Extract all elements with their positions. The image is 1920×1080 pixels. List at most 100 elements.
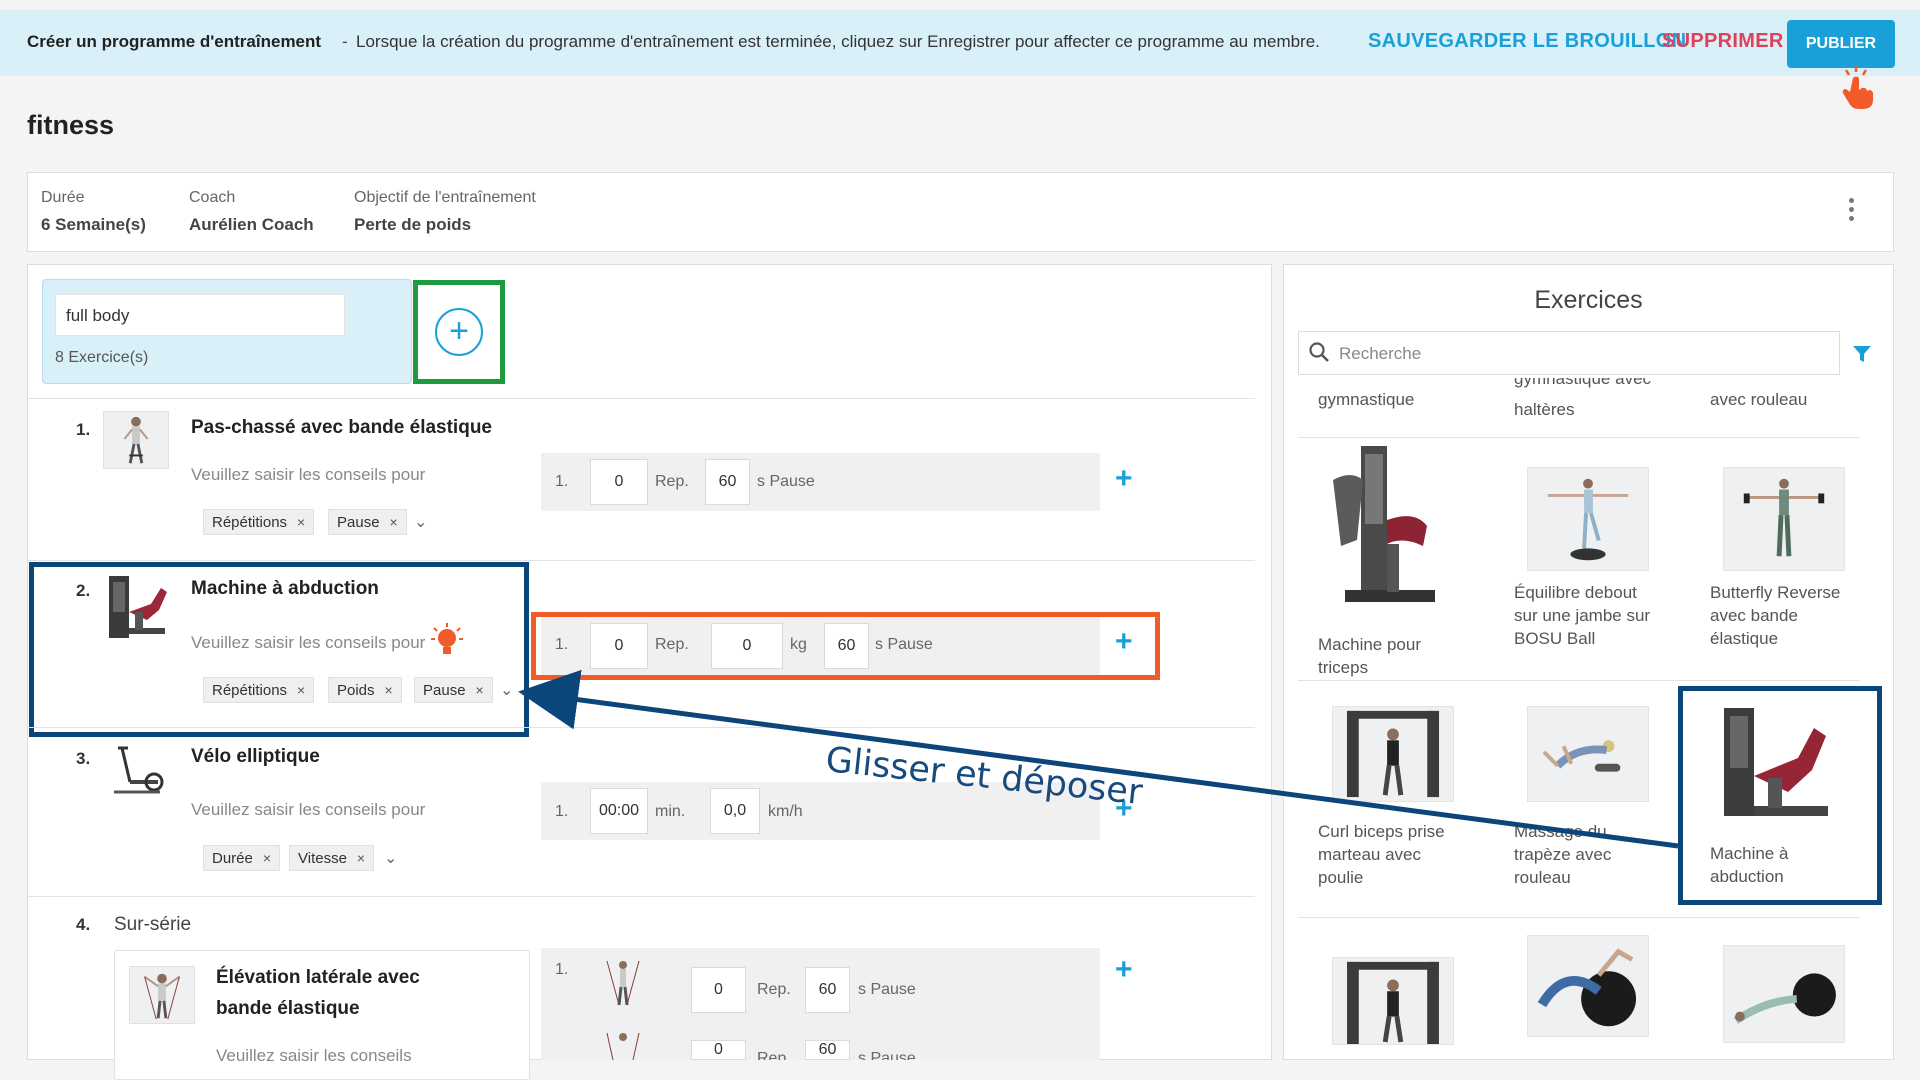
exercise-label[interactable]: abduction <box>1710 865 1784 888</box>
divider <box>27 560 1255 561</box>
exercise-thumbnail[interactable] <box>1527 467 1649 571</box>
coach-value: Aurélien Coach <box>189 215 314 234</box>
set-index: 1. <box>555 636 569 653</box>
divider <box>1298 680 1860 681</box>
pause-unit: s Pause <box>757 473 815 490</box>
exercise-thumbnail <box>114 746 164 794</box>
remove-icon[interactable]: × <box>357 850 365 866</box>
banner-title: Créer un programme d'entraînement <box>27 32 322 51</box>
exercise-hint[interactable]: Veuillez saisir les conseils <box>216 1046 412 1066</box>
chip-label: Pause <box>423 681 466 699</box>
add-session-button[interactable]: + <box>413 280 505 384</box>
exercise-label[interactable]: poulie <box>1318 866 1363 889</box>
exercise-label[interactable]: gymnastique <box>1318 388 1414 411</box>
exercise-thumbnail[interactable] <box>1332 957 1454 1045</box>
exercise-thumbnail <box>109 576 167 638</box>
exercise-label[interactable]: sur une jambe sur <box>1514 604 1650 627</box>
chip-repetitions[interactable]: Répétitions × <box>203 509 315 535</box>
publish-button[interactable]: PUBLIER <box>1787 20 1895 68</box>
banner-info: Lorsque la création du programme d'entra… <box>356 32 1320 51</box>
pause-input[interactable]: 60 <box>824 623 869 669</box>
chip-speed[interactable]: Vitesse × <box>289 845 375 871</box>
weight-input[interactable]: 0 <box>711 623 783 669</box>
chip-weight[interactable]: Poids × <box>328 677 402 703</box>
speed-input[interactable]: 0,0 <box>710 788 760 834</box>
filter-icon[interactable] <box>1851 343 1873 365</box>
chip-duration[interactable]: Durée × <box>203 845 281 871</box>
exercise-label[interactable]: rouleau <box>1514 866 1571 889</box>
remove-icon[interactable]: × <box>476 682 484 698</box>
page-title: fitness <box>27 110 115 140</box>
exercise-label[interactable]: Curl biceps prise <box>1318 820 1445 843</box>
add-set-plus-icon[interactable]: + <box>1115 462 1133 496</box>
reps-input[interactable]: 0 <box>590 459 648 505</box>
exercise-label[interactable]: avec bande <box>1710 604 1798 627</box>
pause-unit: s Pause <box>858 981 916 998</box>
exercise-label-text: gymnastique avec <box>1514 378 1652 388</box>
chip-label: Poids <box>337 681 375 699</box>
more-options-icon[interactable] <box>1849 198 1855 224</box>
chevron-down-icon[interactable]: ⌄ <box>414 512 427 532</box>
duration-input[interactable]: 00:00 <box>590 788 648 834</box>
chip-label: Pause <box>337 513 380 531</box>
exercise-thumbnail[interactable] <box>1716 702 1848 832</box>
exercise-label[interactable]: Massage du <box>1514 820 1607 843</box>
reps-input[interactable]: 0 <box>590 623 648 669</box>
chevron-down-icon[interactable]: ⌄ <box>384 848 397 868</box>
exercise-number: 4. <box>76 915 91 934</box>
exercise-label[interactable]: Machine à <box>1710 842 1788 865</box>
remove-icon[interactable]: × <box>385 682 393 698</box>
delete-button[interactable]: SUPPRIMER <box>1662 30 1784 53</box>
add-set-plus-icon[interactable]: + <box>1115 625 1133 659</box>
set-index: 1. <box>555 803 569 820</box>
reps-input[interactable]: 0 <box>691 1040 746 1060</box>
exercise-label[interactable]: avec rouleau <box>1710 388 1807 411</box>
exercise-hint[interactable]: Veuillez saisir les conseils pour <box>191 800 425 820</box>
chip-pause[interactable]: Pause × <box>328 509 407 535</box>
pause-unit: s Pause <box>858 1050 916 1060</box>
remove-icon[interactable]: × <box>263 850 271 866</box>
exercise-label[interactable]: haltères <box>1514 398 1574 421</box>
exercise-hint[interactable]: Veuillez saisir les conseils pour <box>191 633 425 653</box>
remove-icon[interactable]: × <box>297 682 305 698</box>
divider <box>1298 437 1860 438</box>
pause-input[interactable]: 60 <box>805 967 850 1013</box>
exercise-thumbnail[interactable] <box>1332 706 1454 802</box>
exercise-thumbnail[interactable] <box>1325 440 1447 620</box>
exercise-thumbnail[interactable] <box>1723 945 1845 1043</box>
goal-label: Objectif de l'entraînement <box>354 189 536 206</box>
pause-input[interactable]: 60 <box>705 459 750 505</box>
chevron-down-icon[interactable]: ⌄ <box>500 680 513 700</box>
pause-input[interactable]: 60 <box>805 1040 850 1060</box>
exercise-thumbnail[interactable] <box>1527 935 1649 1037</box>
remove-icon[interactable]: × <box>297 514 305 530</box>
exercise-number: 3. <box>76 749 91 768</box>
exercise-number: 2. <box>76 581 91 600</box>
exercise-label[interactable]: trapèze avec <box>1514 843 1611 866</box>
session-name-input[interactable]: full body <box>55 294 345 336</box>
remove-icon[interactable]: × <box>390 514 398 530</box>
save-draft-button[interactable]: SAUVEGARDER LE BROUILLON <box>1368 30 1686 53</box>
chip-repetitions[interactable]: Répétitions × <box>203 677 315 703</box>
library-title: Exercices <box>1534 286 1643 314</box>
exercise-label[interactable]: élastique <box>1710 627 1778 650</box>
exercise-thumbnail[interactable] <box>1527 706 1649 802</box>
exercise-label[interactable]: Butterfly Reverse <box>1710 581 1840 604</box>
goal-value: Perte de poids <box>354 215 472 234</box>
reps-unit: Rep. <box>757 1050 791 1060</box>
chip-pause[interactable]: Pause × <box>414 677 493 703</box>
exercise-label[interactable]: triceps <box>1318 656 1368 679</box>
divider <box>27 896 1255 897</box>
pause-unit: s Pause <box>875 636 933 653</box>
exercise-label[interactable]: gymnastique avec <box>1514 378 1651 390</box>
exercise-label[interactable]: BOSU Ball <box>1514 627 1595 650</box>
exercise-name: Vélo elliptique <box>191 746 320 767</box>
program-info-card <box>27 172 1894 252</box>
exercise-thumbnail[interactable] <box>1723 467 1845 571</box>
exercise-label[interactable]: marteau avec <box>1318 843 1421 866</box>
add-set-plus-icon[interactable]: + <box>1115 953 1133 987</box>
exercise-hint[interactable]: Veuillez saisir les conseils pour <box>191 465 425 485</box>
reps-input[interactable]: 0 <box>691 967 746 1013</box>
exercise-label[interactable]: Équilibre debout <box>1514 581 1637 604</box>
exercise-label[interactable]: Machine pour <box>1318 633 1421 656</box>
